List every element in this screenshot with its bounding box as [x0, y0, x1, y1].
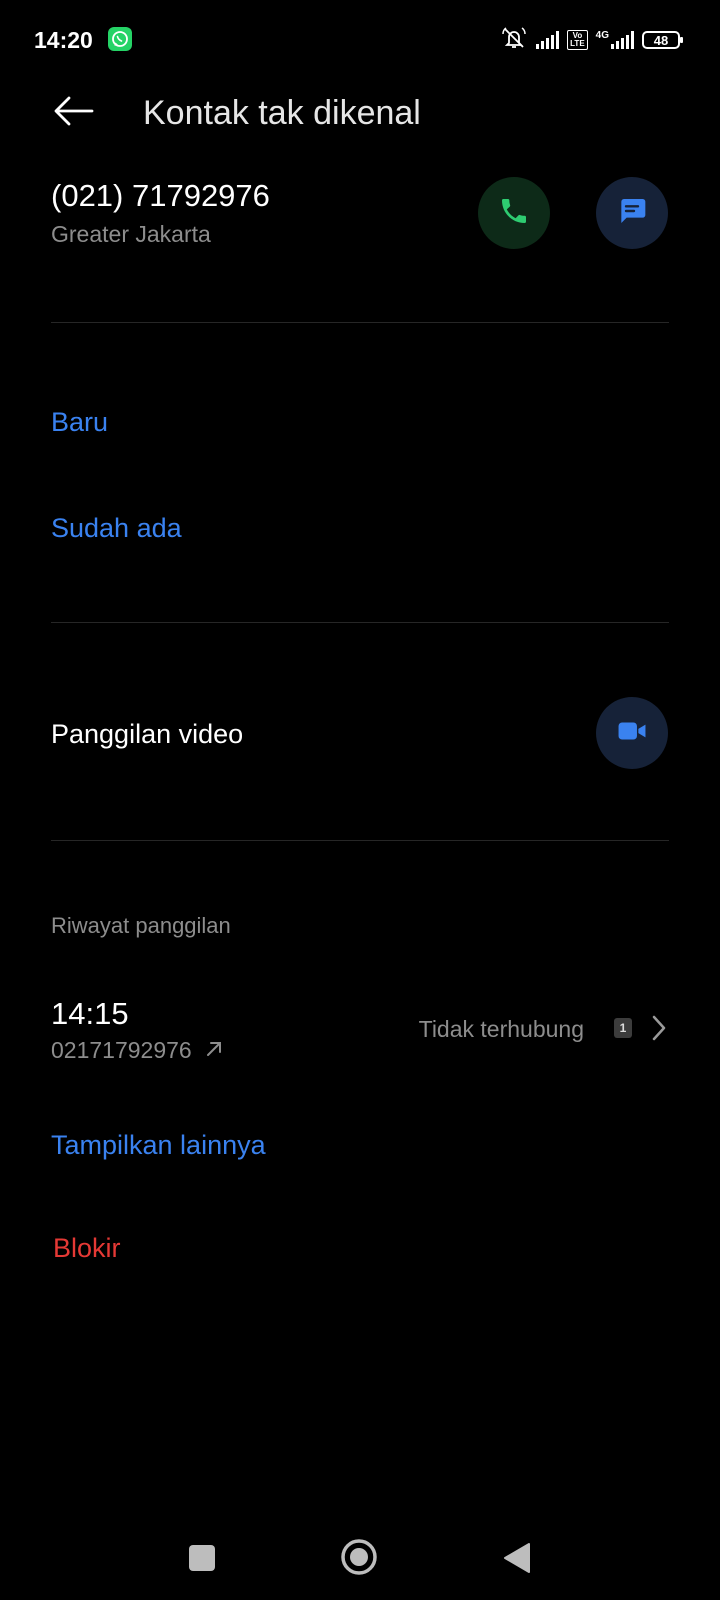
call-history-heading: Riwayat panggilan	[51, 913, 231, 938]
block-button[interactable]: Blokir	[53, 1233, 121, 1264]
message-icon	[616, 195, 648, 232]
mute-bell-icon	[500, 26, 528, 55]
divider	[51, 622, 669, 623]
call-button[interactable]	[478, 177, 550, 249]
home-button-icon[interactable]	[340, 1538, 378, 1576]
contact-number: (021) 71792976	[51, 178, 270, 213]
divider	[51, 840, 669, 841]
chevron-right-icon[interactable]	[650, 1014, 668, 1047]
volte-badge: Vo LTE	[567, 30, 588, 50]
video-call-label[interactable]: Panggilan video	[51, 719, 243, 750]
show-more-link[interactable]: Tampilkan lainnya	[51, 1130, 266, 1161]
signal-2-icon: 4G	[596, 31, 634, 49]
video-call-button[interactable]	[596, 697, 668, 769]
video-camera-icon	[615, 714, 649, 753]
battery-level: 48	[653, 32, 669, 48]
call-time: 14:15	[51, 996, 129, 1031]
call-number-text: 02171792976	[51, 1037, 192, 1063]
divider	[51, 322, 669, 323]
existing-contact-link[interactable]: Sudah ada	[51, 513, 182, 544]
status-icons: Vo LTE 4G 48	[500, 26, 683, 55]
outgoing-call-icon	[204, 1038, 224, 1065]
network-type: 4G	[595, 30, 609, 41]
phone-icon	[498, 195, 530, 232]
whatsapp-notification-icon	[108, 27, 132, 51]
back-arrow-icon[interactable]	[52, 92, 94, 134]
back-triangle-icon[interactable]	[502, 1541, 532, 1575]
call-number: 02171792976	[51, 1037, 224, 1065]
recents-button-icon[interactable]	[189, 1545, 215, 1571]
status-time: 14:20	[34, 27, 93, 53]
call-status: Tidak terhubung	[418, 1016, 584, 1042]
contact-location: Greater Jakarta	[51, 221, 211, 247]
message-button[interactable]	[596, 177, 668, 249]
sim-badge: 1	[614, 1018, 632, 1038]
new-contact-link[interactable]: Baru	[51, 407, 108, 438]
page-title: Kontak tak dikenal	[143, 94, 421, 132]
signal-1-icon	[536, 31, 560, 49]
battery-icon: 48	[642, 31, 683, 49]
